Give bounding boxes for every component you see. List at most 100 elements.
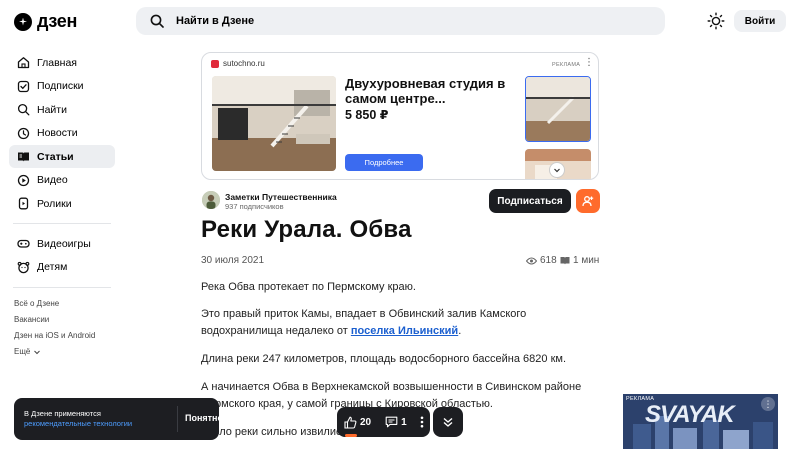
channel-menu-button[interactable] [576, 189, 600, 213]
link-ilyinsky[interactable]: поселка Ильинский [351, 325, 458, 337]
comment-count: 1 [401, 416, 407, 428]
sidebar-item-label: Новости [37, 127, 78, 139]
articles-icon [18, 152, 29, 162]
comment-icon [385, 416, 398, 428]
sidebar-item-search[interactable]: Найти [9, 98, 115, 121]
news-icon [17, 127, 30, 139]
sidebar-item-label: Видео [37, 174, 68, 186]
sidebar-item-label: Подписки [37, 80, 84, 92]
ad-title[interactable]: Двухуровневая студия в самом центре... [345, 76, 515, 106]
apartment-thumbnail [526, 77, 590, 141]
views-value: 618 [540, 255, 557, 266]
toast-text: В Дзене применяются рекомендательные тех… [24, 409, 132, 429]
footer-link-more-label: Ещё [14, 347, 31, 356]
channel-avatar[interactable] [202, 191, 220, 209]
footer-link-more[interactable]: Ещё [9, 344, 115, 360]
carousel-down-button[interactable] [549, 162, 565, 178]
login-button[interactable]: Войти [734, 10, 786, 32]
comments-button[interactable]: 1 [385, 416, 407, 428]
ad-source[interactable]: sutochno.ru [211, 59, 265, 68]
like-active-indicator [345, 434, 357, 437]
search-placeholder: Найти в Дзене [176, 15, 255, 27]
side-ad-logo: SVAYAK [645, 401, 735, 428]
ad-thumbnail-1[interactable] [525, 76, 591, 142]
article-action-bar: 20 1 [337, 407, 430, 437]
toast-line: В Дзене применяются [24, 409, 101, 418]
article-paragraph: Река Обва протекает по Пермскому краю. [201, 281, 416, 293]
gamepad-icon [17, 239, 30, 248]
sidebar-item-label: Главная [37, 56, 77, 69]
home-icon [17, 57, 30, 69]
sidebar-item-articles[interactable]: Статьи [9, 145, 115, 168]
eye-icon [526, 257, 537, 264]
more-dots-icon[interactable]: ⋮ [761, 397, 775, 411]
logo[interactable]: дзен [14, 11, 77, 32]
article-paragraph: Это правый приток Камы, впадает в Обвинс… [201, 306, 601, 339]
paragraph-text: . [458, 324, 462, 337]
ad-more-button[interactable]: Подробнее [345, 154, 423, 171]
article-paragraph: Длина реки 247 километров, площадь водос… [201, 353, 567, 365]
more-dots-icon[interactable]: ⋮ [584, 57, 594, 68]
toast-ok-button[interactable]: Понятно [185, 413, 223, 423]
subscriptions-icon [17, 80, 30, 92]
toast-link[interactable]: рекомендательные технологии [24, 419, 132, 429]
chevron-down-icon [34, 350, 41, 354]
search-icon [150, 14, 164, 28]
ad-card[interactable]: sutochno.ru РЕКЛАМА Двухуровневая студия… [201, 52, 599, 180]
sidebar-item-subscriptions[interactable]: Подписки [9, 75, 115, 98]
kids-icon [17, 261, 30, 273]
thumbs-up-icon [344, 416, 357, 429]
sidebar-item-label: Найти [37, 103, 67, 116]
search-input[interactable]: Найти в Дзене [136, 7, 665, 35]
scroll-down-button[interactable] [433, 407, 463, 437]
like-button[interactable]: 20 [344, 416, 371, 429]
sutochno-favicon-icon [211, 59, 219, 68]
ad-source-text: sutochno.ru [223, 59, 265, 68]
sidebar-divider [13, 286, 111, 288]
ad-label: РЕКЛАМА [552, 62, 581, 68]
sidebar-item-clips[interactable]: Ролики [9, 192, 115, 215]
sidebar-item-label: Видеоигры [37, 237, 91, 250]
toast-divider [177, 406, 178, 432]
header: дзен Найти в Дзене Войти [0, 0, 800, 42]
subscribe-button[interactable]: Подписаться [489, 189, 571, 213]
recommendation-toast: В Дзене применяются рекомендательные тех… [14, 398, 223, 440]
article-title: Реки Урала. Обва [201, 216, 412, 243]
read-time: 1 мин [560, 255, 599, 266]
channel-subscribers: 937 подписчиков [225, 202, 284, 211]
clips-icon [18, 197, 29, 210]
footer-link-about[interactable]: Всё о Дзене [9, 296, 115, 312]
sidebar-divider [13, 223, 111, 224]
zen-logo-icon [14, 12, 32, 31]
apartment-photo [212, 76, 336, 171]
ad-price: 5 850 ₽ [345, 108, 389, 122]
double-chevron-down-icon [443, 417, 453, 427]
sun-icon[interactable] [707, 12, 725, 30]
article-date: 30 июля 2021 [201, 255, 265, 266]
side-ad-banner[interactable]: РЕКЛАМА SVAYAK ⋮ [623, 394, 778, 449]
book-icon [560, 257, 570, 265]
logo-text: дзен [37, 11, 78, 31]
views-count: 618 [526, 255, 557, 266]
user-share-icon [582, 196, 594, 207]
footer-link-apps[interactable]: Дзен на iOS и Android [9, 328, 115, 344]
sidebar: Главная Подписки Найти Новости Статьи Ви… [9, 51, 115, 360]
search-icon [17, 103, 30, 116]
footer-link-jobs[interactable]: Вакансии [9, 312, 115, 328]
sidebar-item-label: Детям [37, 261, 68, 273]
read-time-value: 1 мин [573, 255, 600, 266]
video-icon [17, 174, 30, 186]
sidebar-item-kids[interactable]: Детям [9, 256, 115, 279]
sidebar-item-home[interactable]: Главная [9, 51, 115, 74]
more-actions-button[interactable] [420, 416, 424, 428]
more-vertical-icon [420, 416, 423, 428]
sidebar-item-videogames[interactable]: Видеоигры [9, 232, 115, 255]
sidebar-item-label: Ролики [37, 197, 72, 210]
like-count: 20 [360, 416, 372, 428]
chevron-down-icon [554, 168, 560, 173]
sidebar-item-video[interactable]: Видео [9, 169, 115, 192]
channel-name[interactable]: Заметки Путешественника [225, 192, 337, 202]
ad-main-image[interactable] [212, 76, 336, 171]
sidebar-item-label: Статьи [37, 150, 74, 163]
sidebar-item-news[interactable]: Новости [9, 122, 115, 145]
